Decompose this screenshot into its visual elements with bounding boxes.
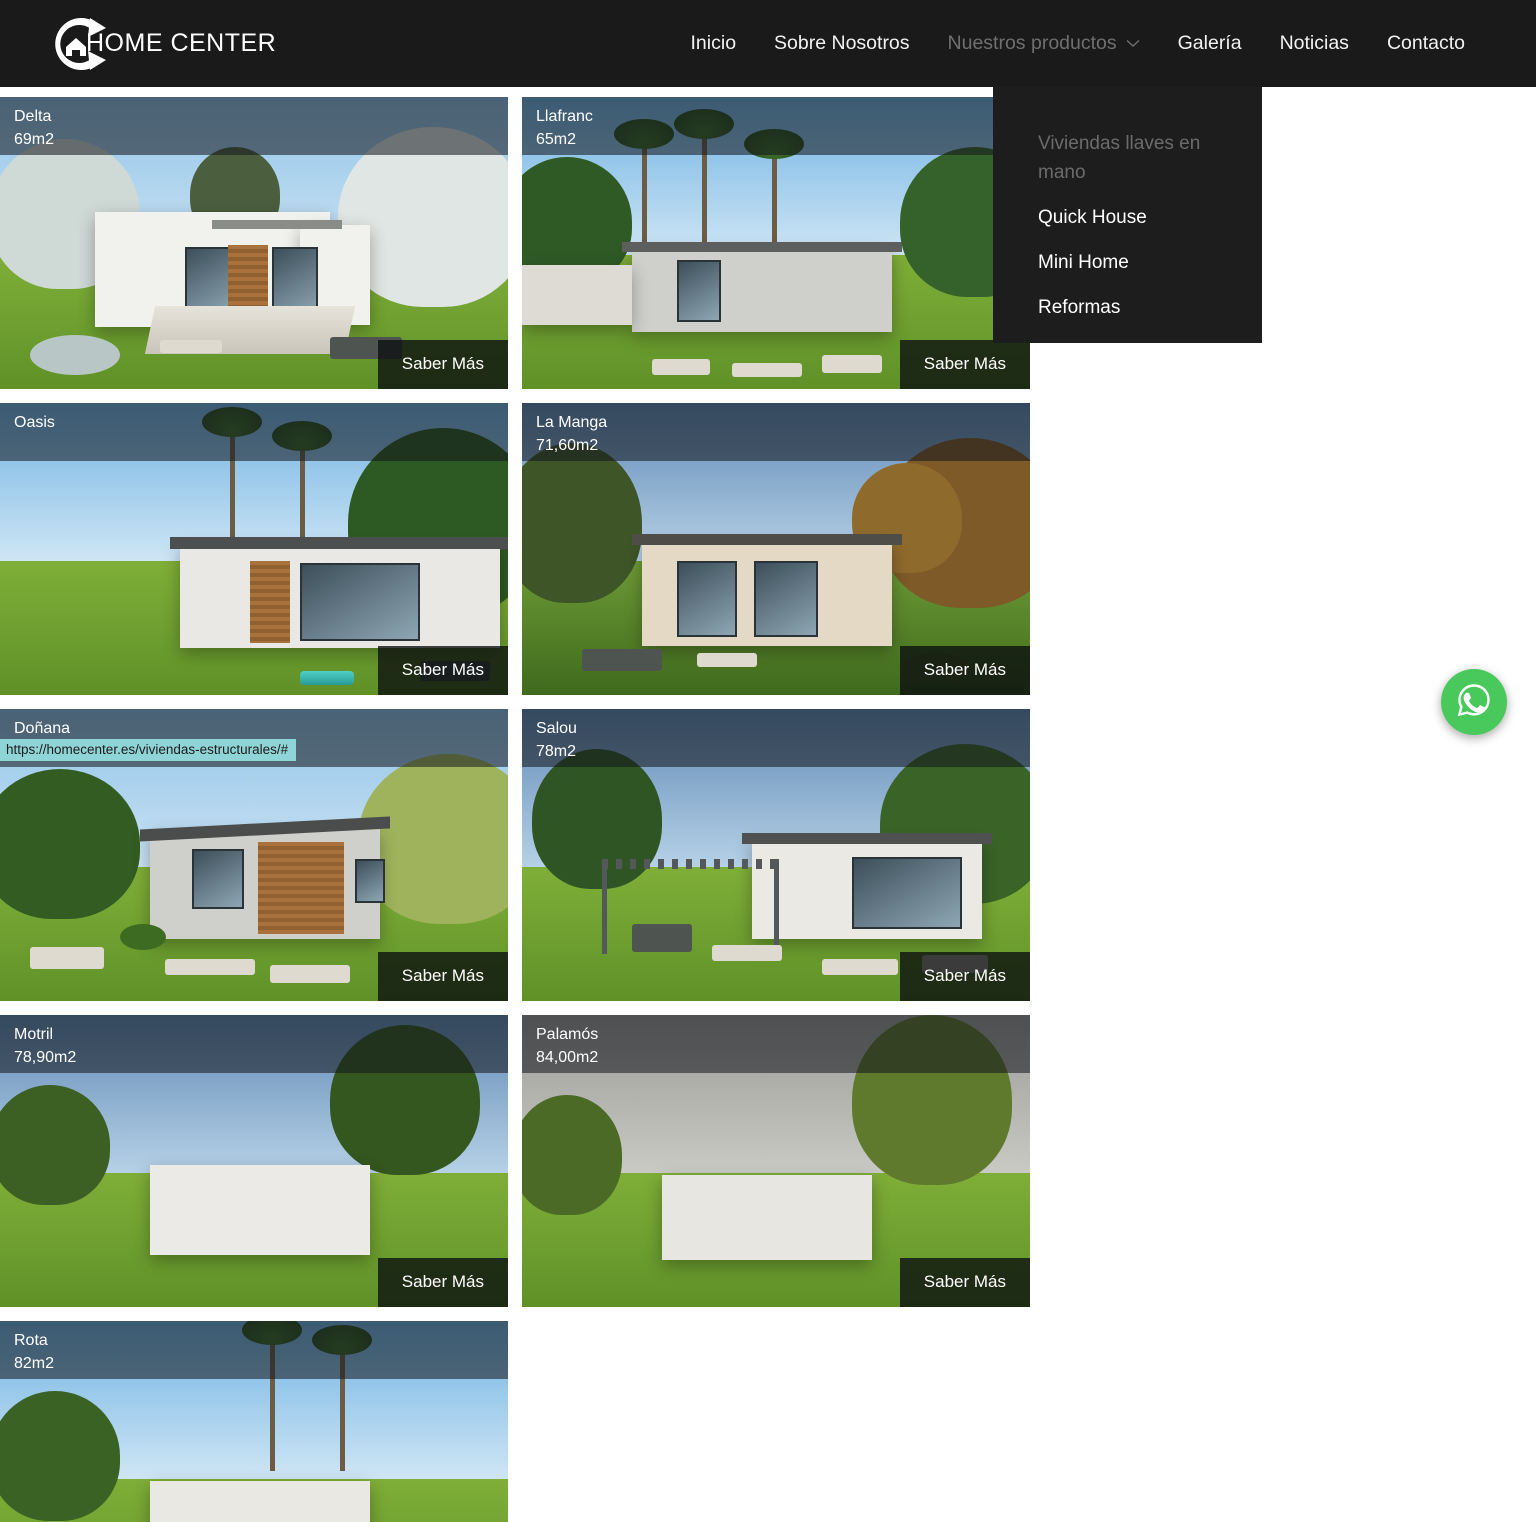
nav-item-contacto[interactable]: Contacto [1368, 0, 1484, 87]
card-image-rota [0, 1321, 508, 1522]
nav-label: Contacto [1387, 0, 1465, 87]
saber-mas-button[interactable]: Saber Más [900, 646, 1030, 695]
site-header: HOME CENTER Inicio Sobre Nosotros Nuestr… [0, 0, 1536, 87]
brand-logo[interactable]: HOME CENTER [38, 0, 276, 87]
dropdown-item-quick-house[interactable]: Quick House [993, 195, 1262, 240]
dropdown-item-viviendas-llaves-en-mano[interactable]: Viviendas llaves en mano [993, 121, 1262, 195]
dropdown-item-label: Reformas [1038, 297, 1120, 318]
nav-label: Noticias [1280, 0, 1349, 87]
nav-label: Nuestros productos [948, 0, 1117, 87]
nav-label: Galería [1178, 0, 1242, 87]
whatsapp-icon [1454, 680, 1494, 725]
nav-item-nuestros-productos[interactable]: Nuestros productos [929, 0, 1159, 87]
saber-mas-button[interactable]: Saber Más [378, 646, 508, 695]
gallery-card[interactable]: La Manga 71,60m2 Saber Más [522, 403, 1030, 695]
whatsapp-chat-button[interactable] [1441, 669, 1507, 735]
saber-mas-button[interactable]: Saber Más [900, 952, 1030, 1001]
dropdown-item-mini-home[interactable]: Mini Home [993, 240, 1262, 285]
saber-mas-button[interactable]: Saber Más [378, 340, 508, 389]
gallery-card[interactable]: Oasis Saber Más [0, 403, 508, 695]
house-models-gallery: Delta 69m2 Saber Más Llafranc 65m2 [0, 97, 1536, 1522]
saber-mas-button[interactable]: Saber Más [900, 1258, 1030, 1307]
gallery-card[interactable]: Rota 82m2 Saber Más [0, 1321, 508, 1522]
gallery-card[interactable]: Motril 78,90m2 Saber Más [0, 1015, 508, 1307]
nav-label: Sobre Nosotros [774, 0, 909, 87]
nav-item-noticias[interactable]: Noticias [1261, 0, 1368, 87]
nav-item-sobre-nosotros[interactable]: Sobre Nosotros [755, 0, 928, 87]
gallery-card[interactable]: Delta 69m2 Saber Más [0, 97, 508, 389]
gallery-card[interactable]: Palamós 84,00m2 Saber Más [522, 1015, 1030, 1307]
gallery-card[interactable]: Llafranc 65m2 Saber Más [522, 97, 1030, 389]
browser-status-bar-url: https://homecenter.es/viviendas-estructu… [0, 739, 296, 761]
nav-item-galeria[interactable]: Galería [1159, 0, 1261, 87]
gallery-card[interactable]: Salou 78m2 Saber Más [522, 709, 1030, 1001]
dropdown-item-label: Mini Home [1038, 252, 1129, 273]
products-dropdown-menu: Viviendas llaves en mano Quick House Min… [993, 87, 1262, 343]
dropdown-item-label: Viviendas llaves en mano [1038, 133, 1200, 183]
nav-item-inicio[interactable]: Inicio [672, 0, 756, 87]
brand-name: HOME CENTER [86, 29, 276, 58]
saber-mas-button[interactable]: Saber Más [900, 340, 1030, 389]
chevron-down-icon [1126, 39, 1140, 48]
main-navigation: Inicio Sobre Nosotros Nuestros productos… [672, 0, 1484, 87]
saber-mas-button[interactable]: Saber Más [378, 952, 508, 1001]
dropdown-item-label: Quick House [1038, 207, 1147, 228]
circular-arrow-house-logo-icon [38, 6, 114, 82]
nav-label: Inicio [691, 0, 737, 87]
dropdown-item-reformas[interactable]: Reformas [993, 285, 1262, 330]
saber-mas-button[interactable]: Saber Más [378, 1258, 508, 1307]
